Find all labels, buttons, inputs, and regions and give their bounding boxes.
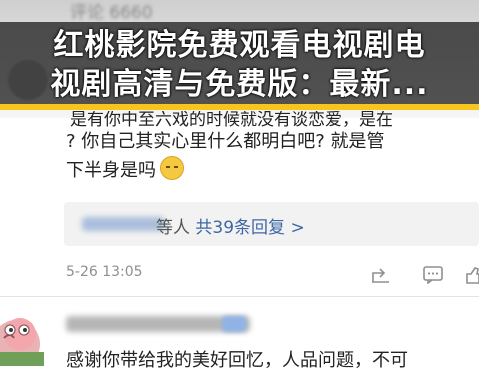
screenshot-page: 评论 6660 红桃影院免费观看电视剧电 视剧高清与免费版：最新... ? 你自… xyxy=(0,0,479,385)
share-icon[interactable] xyxy=(370,266,392,284)
blurred-usernames xyxy=(82,217,164,231)
second-comment-text: 感谢你带给我的美好回忆，人品问题，不可 xyxy=(66,350,408,371)
title-line-1: 红桃影院免费观看电视剧电 xyxy=(53,28,426,63)
reply-summary[interactable]: 等人 共39条回复 > xyxy=(64,202,479,246)
sleepy-emoji-icon xyxy=(160,156,184,180)
like-icon[interactable] xyxy=(466,266,479,284)
reply-summary-text[interactable]: 等人 共39条回复 > xyxy=(156,213,305,238)
chevron-right-icon: > xyxy=(290,218,305,238)
title-line-2: 视剧高清与免费版：最新... xyxy=(50,67,429,102)
comment-body: ? 你自己其实心里什么都明白吧? 就是管 下半身是吗 xyxy=(66,128,479,184)
comment-timestamp: 5-26 13:05 xyxy=(66,264,143,280)
article-title: 红桃影院免费观看电视剧电 视剧高清与免费版：最新... xyxy=(0,26,479,104)
comment-line-2: ? 你自己其实心里什么都明白吧? 就是管 xyxy=(66,131,385,152)
reply-lead: 等人 xyxy=(156,218,190,238)
comment-line-3: 下半身是吗 xyxy=(66,156,479,184)
comment-line-3-text: 下半身是吗 xyxy=(66,160,156,181)
header-partial-text: 评论 6660 xyxy=(70,3,153,23)
comment-icon[interactable] xyxy=(422,266,444,284)
accent-bar xyxy=(0,104,479,110)
user-badge xyxy=(222,316,246,332)
comment-divider xyxy=(0,296,479,297)
avatar[interactable] xyxy=(0,312,44,366)
reply-count-link[interactable]: 共39条回复 xyxy=(195,218,285,238)
